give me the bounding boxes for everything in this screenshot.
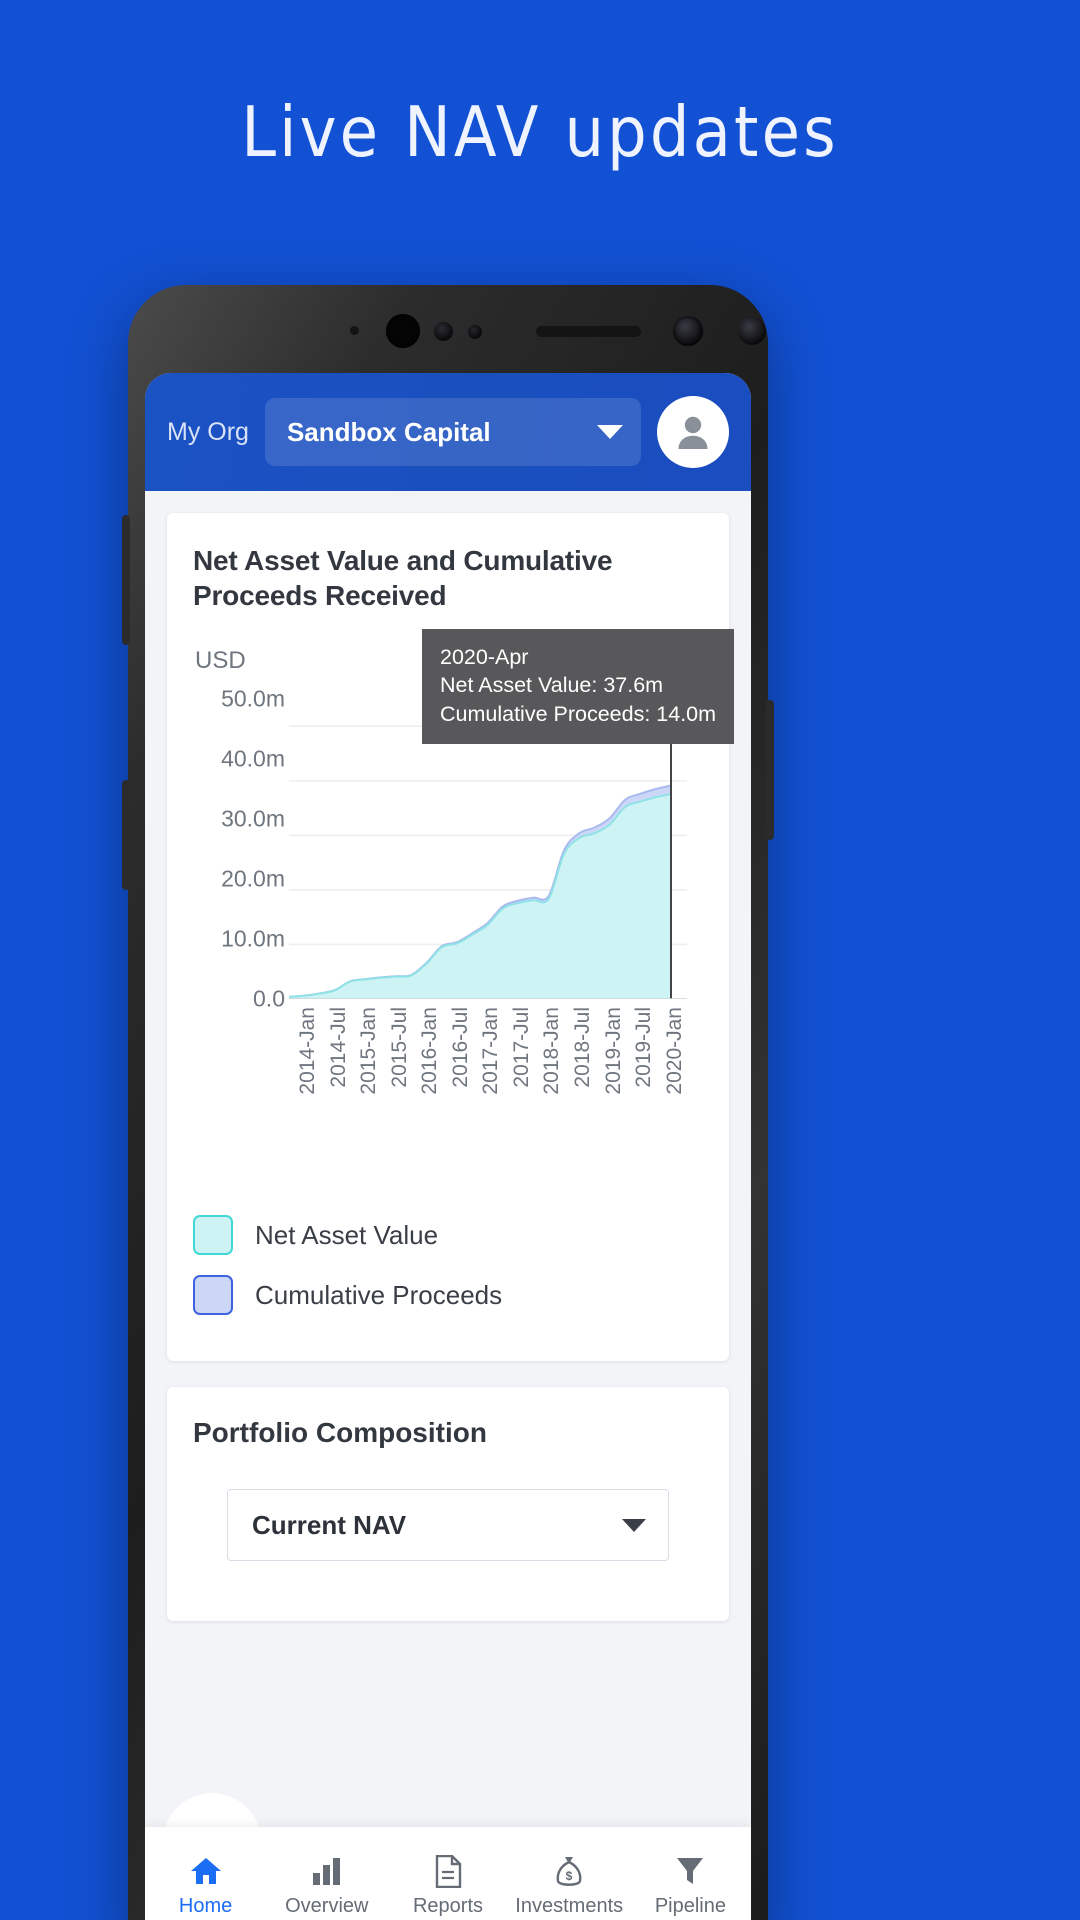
nav-item-investments[interactable]: $ Investments [509,1854,630,1918]
nav-label: Home [178,1895,233,1917]
y-tick-label: 30.0m [221,805,285,832]
y-axis-labels: 50.0m 40.0m 30.0m 20.0m 10.0m 0.0 [193,686,285,1012]
nav-item-overview[interactable]: Overview [266,1854,387,1918]
tooltip-nav-value: Net Asset Value: 37.6m [440,673,664,698]
phone-screen: My Org Sandbox Capital Net Asset Value a… [145,373,751,1920]
x-tick-label: 2017-Jan [479,1007,503,1095]
bar-chart-icon [311,1854,343,1888]
nav-label: Overview [285,1895,369,1917]
nav-chart-card: Net Asset Value and Cumulative Proceeds … [167,513,735,1361]
y-tick-label: 10.0m [221,925,285,952]
x-tick-label: 2014-Jul [326,1007,350,1088]
nav-item-reports[interactable]: Reports [387,1854,508,1918]
y-tick-label: 0.0 [253,985,285,1012]
x-tick-label: 2016-Jan [418,1007,442,1095]
portfolio-title: Portfolio Composition [193,1417,487,1448]
x-tick-label: 2020-Jan [662,1007,686,1095]
x-axis-labels: 2014-Jan 2014-Jul 2015-Jan 2015-Jul 2016-Jan… [289,1007,687,1127]
x-tick-label: 2019-Jan [601,1007,625,1095]
user-avatar-icon [678,416,708,449]
chart-area[interactable]: USD 50.0m 40.0m 30.0m 20.0m 10.0m 0.0 20… [193,629,735,1207]
funnel-icon [675,1854,705,1888]
svg-text:$: $ [566,1869,573,1883]
x-tick-label: 2015-Jul [387,1007,411,1088]
legend-item-cumulative-proceeds[interactable]: Cumulative Proceeds [193,1275,703,1315]
portfolio-metric-dropdown[interactable]: Current NAV [227,1489,669,1561]
earpiece-speaker-icon [536,326,641,337]
x-tick-label: 2016-Jul [448,1007,472,1088]
x-tick-label: 2017-Jul [509,1007,533,1088]
legend-label: Net Asset Value [255,1219,439,1250]
y-tick-label: 50.0m [221,685,285,712]
y-tick-label: 40.0m [221,745,285,772]
volume-up-button[interactable] [122,515,130,645]
volume-down-button[interactable] [122,780,130,890]
legend-label: Cumulative Proceeds [255,1279,503,1310]
x-tick-label: 2015-Jan [357,1007,381,1095]
org-selected-value: Sandbox Capital [286,416,491,447]
avatar[interactable] [657,396,729,468]
tooltip-period: 2020-Apr [440,645,529,669]
app-scroll-body[interactable]: Net Asset Value and Cumulative Proceeds … [145,491,751,1920]
app-header: My Org Sandbox Capital [145,373,751,491]
chart-title: Net Asset Value and Cumulative Proceeds … [193,545,613,611]
nav-item-pipeline[interactable]: Pipeline [630,1854,751,1918]
chevron-down-icon [622,1518,646,1532]
x-tick-label: 2019-Jul [632,1007,656,1088]
x-tick-label: 2014-Jan [296,1007,319,1095]
power-button[interactable] [766,700,774,840]
legend-item-net-asset-value[interactable]: Net Asset Value [193,1215,703,1255]
chart-legend: Net Asset Value Cumulative Proceeds [193,1215,703,1315]
bottom-navigation-bar: Home Overview Reports $ Investments Pipe… [145,1827,751,1920]
legend-swatch-icon [193,1215,233,1255]
money-bag-icon: $ [554,1854,584,1888]
nav-label: Reports [412,1895,484,1917]
nav-item-home[interactable]: Home [145,1854,266,1918]
sensor-icon-small [468,325,482,339]
x-tick-label: 2018-Jul [571,1007,595,1088]
document-icon [434,1854,462,1888]
chart-tooltip: 2020-Apr Net Asset Value: 37.6m Cumulati… [422,629,735,745]
nav-label: Pipeline [654,1895,726,1917]
y-axis-unit-label: USD [195,647,246,674]
legend-swatch-icon [193,1275,233,1315]
nav-label: Investments [515,1895,624,1917]
sensor-icon [434,322,453,341]
camera-lens-icon-secondary [738,317,766,345]
portfolio-metric-value: Current NAV [252,1509,407,1540]
portfolio-composition-card: Portfolio Composition Current NAV [167,1387,729,1621]
camera-lens-icon [673,316,703,346]
sensor-dot-icon [350,326,359,335]
y-tick-label: 20.0m [221,865,285,892]
phone-frame: My Org Sandbox Capital Net Asset Value a… [122,285,774,1920]
home-icon [189,1854,223,1888]
front-camera-icon [386,314,420,348]
x-tick-label: 2018-Jan [540,1007,564,1095]
tooltip-proceeds-value: Cumulative Proceeds: 14.0m [440,701,717,726]
chevron-down-icon [597,425,623,439]
my-org-label: My Org [167,417,249,446]
page-headline: Live NAV updates [241,92,839,174]
org-selector-dropdown[interactable]: Sandbox Capital [264,398,641,466]
phone-bezel-hardware [128,285,768,373]
net-asset-value-area [289,793,671,999]
